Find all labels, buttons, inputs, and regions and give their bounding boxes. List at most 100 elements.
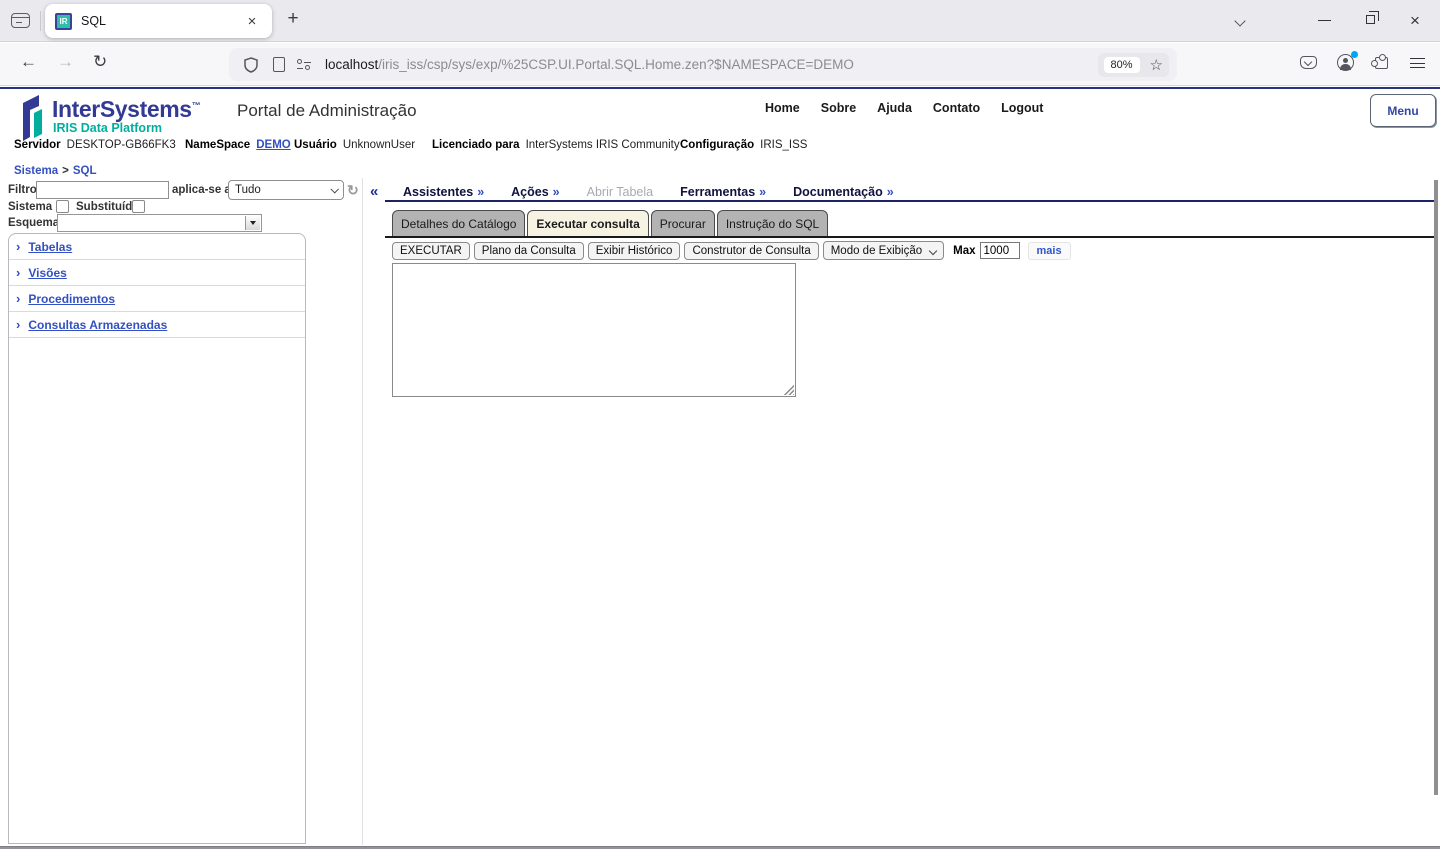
info-config: ConfiguraçãoIRIS_ISS — [680, 139, 807, 151]
info-user: UsuárioUnknownUser — [294, 139, 415, 151]
minimize-button[interactable] — [1318, 20, 1331, 21]
menu-button[interactable]: Menu — [1370, 94, 1436, 127]
menu-acoes[interactable]: Ações» — [511, 185, 559, 199]
pocket-icon[interactable] — [1300, 56, 1317, 69]
filter-input[interactable] — [36, 181, 169, 199]
override-label: Substituído — [76, 201, 139, 213]
tab-close-icon[interactable]: × — [242, 13, 262, 30]
urlbar-right-group: 80% ☆ — [1098, 53, 1169, 77]
sidebar-list: › Tabelas › Visões › Procedimentos › Con… — [8, 233, 306, 844]
tab-strip: IR SQL × + × — [0, 0, 1440, 42]
applies-to-select[interactable]: Tudo — [228, 180, 344, 200]
double-arrow-icon: » — [887, 185, 894, 199]
execute-button[interactable]: EXECUTAR — [392, 242, 470, 260]
menu-abrir-tabela: Abrir Tabela — [587, 185, 653, 199]
chevron-right-icon: › — [16, 265, 20, 280]
menu-hamburger-icon[interactable] — [1410, 58, 1425, 69]
combo-dropdown-icon[interactable] — [245, 216, 260, 230]
page-title: Portal de Administração — [237, 101, 417, 121]
sidebar-item-consultas-armazenadas[interactable]: › Consultas Armazenadas — [9, 312, 305, 338]
brand-subtitle: IRIS Data Platform — [53, 121, 162, 135]
query-builder-button[interactable]: Construtor de Consulta — [684, 242, 818, 260]
breadcrumb-sql-link[interactable]: SQL — [73, 165, 97, 177]
breadcrumb-system-link[interactable]: Sistema — [14, 165, 58, 177]
url-text[interactable]: localhost/iris_iss/csp/sys/exp/%25CSP.UI… — [325, 57, 1098, 72]
tab-instrucao-do-sql[interactable]: Instrução do SQL — [717, 210, 828, 237]
nav-help-link[interactable]: Ajuda — [877, 101, 912, 115]
menu-documentacao[interactable]: Documentação» — [793, 185, 894, 199]
sql-query-textarea[interactable] — [392, 263, 796, 397]
namespace-link[interactable]: DEMO — [256, 139, 291, 151]
menubar-underline — [385, 200, 1437, 202]
system-checkbox[interactable] — [56, 200, 69, 213]
page-bottom-edge — [0, 846, 1440, 849]
new-tab-button[interactable]: + — [281, 8, 305, 30]
chevron-down-icon — [929, 246, 937, 254]
tab-executar-consulta[interactable]: Executar consulta — [527, 210, 648, 237]
url-host: localhost — [325, 57, 378, 72]
forward-button[interactable]: → — [57, 52, 74, 72]
list-tabs-chevron-icon[interactable] — [1234, 15, 1245, 26]
sidebar-main-divider — [362, 178, 363, 845]
query-toolbar: EXECUTAR Plano da Consulta Exibir Histór… — [392, 241, 1071, 260]
address-bar[interactable]: localhost/iris_iss/csp/sys/exp/%25CSP.UI… — [229, 48, 1177, 81]
menu-assistentes[interactable]: Assistentes» — [403, 185, 484, 199]
sidebar-item-visoes[interactable]: › Visões — [9, 260, 305, 286]
display-mode-select[interactable]: Modo de Exibição — [823, 241, 944, 260]
override-checkbox[interactable] — [132, 200, 145, 213]
reload-button[interactable]: ↻ — [93, 52, 107, 72]
browser-tab[interactable]: IR SQL × — [45, 4, 272, 38]
page-top-accent-line — [0, 87, 1440, 89]
double-arrow-icon: » — [553, 185, 560, 199]
browser-toolbar: ← → ↻ localhost/iris_iss/csp/sys/exp/%25… — [0, 43, 1440, 86]
max-rows-input[interactable] — [980, 242, 1020, 259]
query-plan-button[interactable]: Plano da Consulta — [474, 242, 584, 260]
intersystems-logo-icon — [20, 94, 48, 142]
window-close-button[interactable]: × — [1410, 11, 1420, 31]
schema-combobox[interactable] — [57, 214, 262, 232]
main-menubar: Assistentes» Ações» Abrir Tabela Ferrame… — [403, 185, 894, 199]
chevron-right-icon: › — [16, 317, 20, 332]
info-namespace: NameSpaceDEMO — [185, 139, 291, 151]
sidebar-item-procedimentos[interactable]: › Procedimentos — [9, 286, 305, 312]
more-link[interactable]: mais — [1028, 242, 1071, 260]
brand-name: InterSystems™ — [52, 96, 200, 123]
content-scrollbar[interactable] — [1434, 180, 1438, 795]
zoom-level-badge[interactable]: 80% — [1104, 57, 1140, 73]
browser-window: IR SQL × + × ← → ↻ localhost/iris_iss/cs… — [0, 0, 1440, 852]
collapse-sidebar-icon[interactable]: « — [370, 183, 378, 200]
tab-procurar[interactable]: Procurar — [651, 210, 715, 237]
show-history-button[interactable]: Exibir Histórico — [588, 242, 681, 260]
system-label: Sistema — [8, 201, 52, 213]
applies-to-label: aplica-se a — [172, 184, 231, 196]
server-info-row: ServidorDESKTOP-GB66FK3 NameSpaceDEMO Us… — [0, 139, 1440, 157]
permissions-icon[interactable] — [297, 59, 311, 71]
refresh-icon[interactable]: ↻ — [347, 182, 359, 199]
extensions-icon[interactable] — [1375, 57, 1388, 69]
reader-page-icon[interactable] — [273, 57, 285, 72]
nav-logout-link[interactable]: Logout — [1001, 101, 1043, 115]
tabstrip-separator — [40, 11, 41, 31]
sidebar-item-tabelas[interactable]: › Tabelas — [9, 234, 305, 260]
breadcrumb: Sistema > SQL — [14, 165, 96, 177]
query-editor-container — [392, 263, 796, 397]
chevron-right-icon: › — [16, 239, 20, 254]
menu-ferramentas[interactable]: Ferramentas» — [680, 185, 766, 199]
schema-label: Esquema — [8, 217, 59, 229]
restore-button[interactable] — [1366, 15, 1375, 24]
filter-label: Filtro — [8, 184, 37, 196]
header-nav: Home Sobre Ajuda Contato Logout — [765, 101, 1043, 115]
max-label: Max — [953, 245, 975, 257]
firefox-view-icon[interactable] — [11, 13, 30, 28]
info-server: ServidorDESKTOP-GB66FK3 — [14, 139, 176, 151]
nav-contact-link[interactable]: Contato — [933, 101, 980, 115]
back-button[interactable]: ← — [20, 52, 37, 72]
nav-home-link[interactable]: Home — [765, 101, 800, 115]
breadcrumb-separator: > — [62, 165, 69, 177]
chevron-right-icon: › — [16, 291, 20, 306]
nav-about-link[interactable]: Sobre — [821, 101, 856, 115]
bookmark-star-icon[interactable]: ☆ — [1150, 56, 1163, 74]
tab-detalhes-do-catalogo[interactable]: Detalhes do Catálogo — [392, 210, 525, 237]
shield-icon[interactable] — [243, 57, 259, 73]
brand-trademark: ™ — [192, 100, 201, 110]
